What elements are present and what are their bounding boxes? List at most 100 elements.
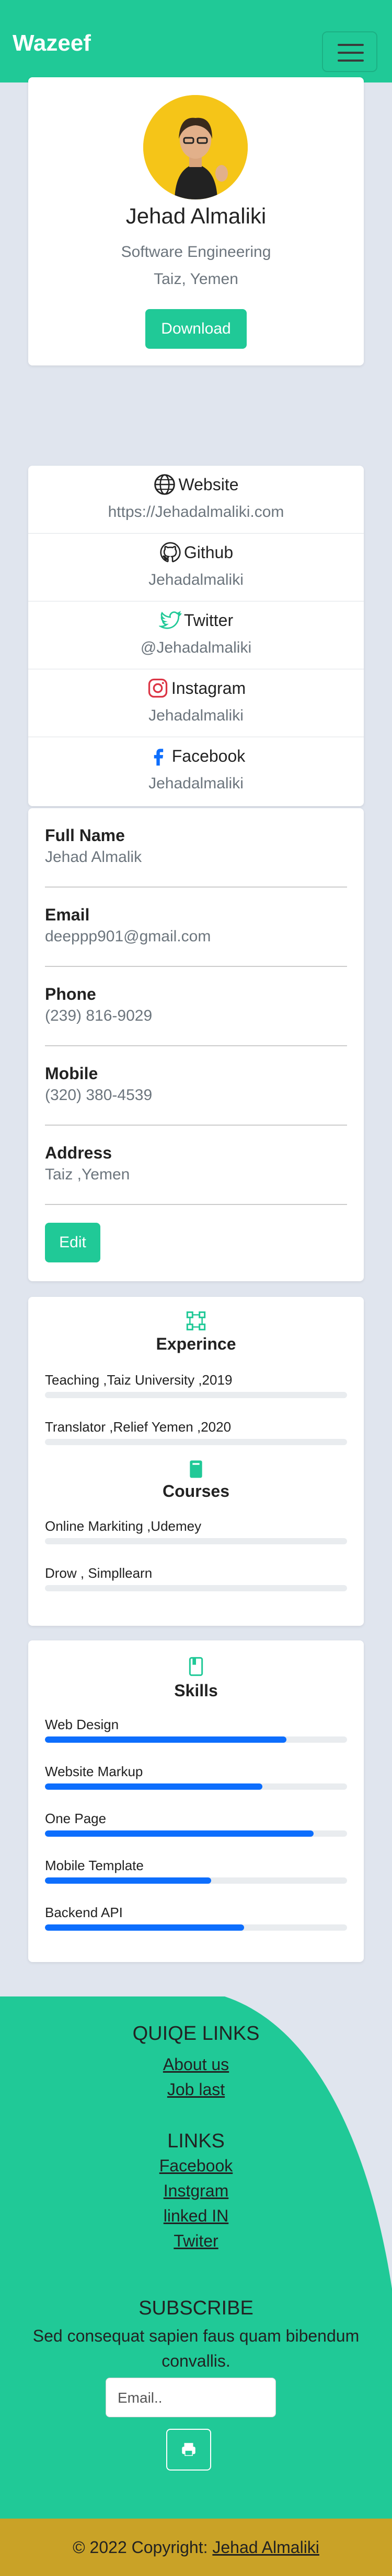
skill-bar [45, 1736, 347, 1743]
skills-card: Skills Web Design Website Markup One Pag… [28, 1640, 364, 1962]
skill-bar [45, 1924, 347, 1931]
social-row-website[interactable]: Website https://Jehadalmaliki.com [28, 466, 364, 534]
copyright-link[interactable]: Jehad Almaliki [212, 2538, 319, 2557]
info-value: Jehad Almalik [45, 848, 142, 866]
subscribe-text: Sed consequat sapien faus quam bibendum … [32, 2326, 360, 2370]
skill-bar-fill [45, 1783, 263, 1790]
social-title: Facebook [171, 746, 246, 765]
skill-label: Web Design [45, 1717, 119, 1732]
skill-bar [45, 1830, 347, 1837]
book-icon [190, 1460, 202, 1478]
divider [45, 966, 347, 967]
info-label: Full Name [45, 826, 125, 845]
skill-label: One Page [45, 1811, 107, 1826]
skill-bar-fill [45, 1924, 245, 1931]
social-row-github[interactable]: Github Jehadalmaliki [28, 534, 364, 601]
info-phone: Phone (239) 816-9029 [45, 985, 347, 1025]
twitter-icon [158, 610, 182, 629]
skill-bar-fill [45, 1877, 211, 1884]
profile-card: Jehad Almaliki Software Engineering Taiz… [28, 77, 364, 365]
social-title: Instagram [171, 678, 246, 698]
send-icon [182, 2443, 195, 2456]
footer-link-twitter[interactable]: Twiter [0, 2231, 392, 2251]
divider [45, 1204, 347, 1205]
skill-bar [45, 1783, 347, 1790]
info-value: deeppp901@gmail.com [45, 928, 211, 945]
skills-title: Skills [174, 1681, 218, 1700]
download-button[interactable]: Download [145, 309, 247, 349]
hamburger-icon [338, 44, 364, 46]
avatar [143, 95, 248, 199]
skill-bar [45, 1877, 347, 1884]
profile-name: Jehad Almaliki [125, 204, 267, 228]
network-icon [186, 1311, 206, 1331]
instagram-icon [148, 678, 168, 698]
skill-bar-fill [45, 1830, 314, 1837]
experience-item: Teaching ,Taiz University ,2019 [45, 1372, 233, 1388]
book-icon [189, 1657, 203, 1676]
social-value: Jehadalmaliki [148, 571, 244, 588]
subscribe-button[interactable] [166, 2429, 211, 2471]
skill-bar-fill [45, 1736, 287, 1743]
social-title: Twitter [183, 610, 234, 630]
email-input[interactable]: Email.. [106, 2378, 276, 2417]
contact-info-card: Full Name Jehad Almalik Email deeppp901@… [28, 808, 364, 1281]
social-row-facebook[interactable]: Facebook Jehadalmaliki [28, 737, 364, 805]
navbar: Wazeef [0, 0, 392, 82]
info-email: Email deeppp901@gmail.com [45, 905, 347, 946]
skill-label: Backend API [45, 1905, 123, 1920]
divider [45, 887, 347, 888]
brand-logo[interactable]: Wazeef [13, 30, 91, 56]
social-value: @Jehadalmaliki [140, 639, 252, 656]
hamburger-icon [338, 52, 364, 54]
social-row-instagram[interactable]: Instagram Jehadalmaliki [28, 669, 364, 737]
edit-button[interactable]: Edit [45, 1223, 100, 1262]
facebook-icon [154, 749, 163, 766]
profile-role: Software Engineering [121, 243, 271, 261]
globe-icon [154, 474, 176, 495]
copyright-bar: © 2022 Copyright: Jehad Almaliki [0, 2519, 392, 2576]
divider [45, 1045, 347, 1046]
courses-title: Courses [162, 1482, 230, 1500]
experience-title: Experince [156, 1334, 236, 1353]
info-value: Taiz ,Yemen [45, 1166, 130, 1183]
info-mobile: Mobile (320) 380-4539 [45, 1064, 347, 1104]
social-title: Website [178, 475, 239, 494]
subscribe-title: SUBSCRIBE [139, 2297, 253, 2319]
footer-link-linkedin[interactable]: linked IN [0, 2206, 392, 2226]
divider [45, 1125, 347, 1126]
skill-label: Website Markup [45, 1764, 143, 1779]
info-label: Phone [45, 985, 96, 1003]
social-links-card: Website https://Jehadalmaliki.com Github… [28, 466, 364, 806]
info-value: (320) 380-4539 [45, 1086, 153, 1104]
menu-toggle-button[interactable] [322, 31, 377, 72]
social-title: Github [183, 542, 234, 562]
course-bar [45, 1585, 347, 1591]
footer-link-instagram[interactable]: Instgram [0, 2181, 392, 2201]
course-item: Drow , Simpllearn [45, 1565, 153, 1581]
copyright-text: © 2022 Copyright: [73, 2538, 208, 2557]
quick-links-title: QUIQE LINKS [132, 2023, 260, 2045]
social-value: Jehadalmaliki [148, 707, 244, 724]
social-value: https://Jehadalmaliki.com [108, 503, 284, 521]
footer: QUIQE LINKS About us Job last LINKS Face… [0, 1996, 392, 2519]
social-row-twitter[interactable]: Twitter @Jehadalmaliki [28, 601, 364, 669]
experience-card: Experince Teaching ,Taiz University ,201… [28, 1297, 364, 1626]
info-full-name: Full Name Jehad Almalik [45, 826, 347, 866]
info-address: Address Taiz ,Yemen [45, 1143, 347, 1184]
hamburger-icon [338, 60, 364, 62]
experience-bar [45, 1392, 347, 1398]
experience-bar [45, 1439, 347, 1445]
info-label: Mobile [45, 1064, 98, 1083]
course-item: Online Markiting ,Udemey [45, 1518, 202, 1534]
profile-location: Taiz, Yemen [154, 270, 238, 288]
experience-item: Translator ,Relief Yemen ,2020 [45, 1419, 232, 1435]
github-icon [160, 542, 181, 562]
social-value: Jehadalmaliki [148, 775, 244, 792]
info-value: (239) 816-9029 [45, 1007, 153, 1024]
info-label: Email [45, 905, 90, 924]
links-title: LINKS [167, 2130, 225, 2152]
footer-link-jobs[interactable]: Job last [0, 2080, 392, 2099]
footer-link-facebook[interactable]: Facebook [0, 2156, 392, 2176]
footer-link-about[interactable]: About us [0, 2055, 392, 2074]
